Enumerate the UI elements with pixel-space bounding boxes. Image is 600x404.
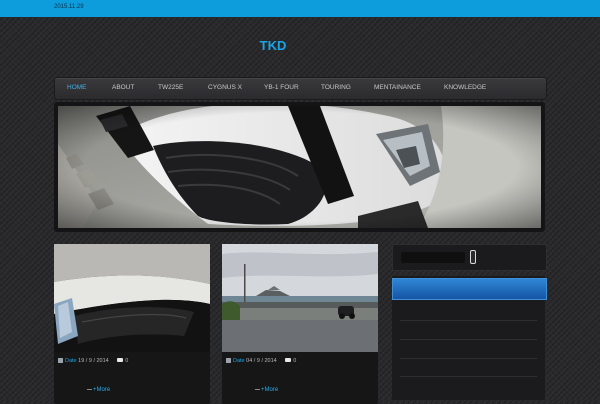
comment-icon: [285, 358, 292, 362]
search-button[interactable]: [470, 250, 476, 264]
nav-item-touring[interactable]: TOURING: [321, 84, 351, 91]
divider: [400, 358, 537, 359]
nav-item-knowledge[interactable]: KNOWLEDGE: [444, 84, 486, 91]
sidebar-search-widget: [392, 244, 547, 271]
nav-item-about[interactable]: ABOUT: [112, 84, 134, 91]
post-date-label: Date: [65, 358, 77, 364]
sidebar-widget: [392, 276, 547, 400]
nav-item-cygnus-x[interactable]: CYGNUS X: [208, 84, 242, 91]
post-meta: Date 04 / 9 / 2014 0: [226, 358, 296, 364]
post-date: 19 / 9 / 2014: [78, 358, 109, 364]
header-date: 2015.11.29: [54, 4, 84, 10]
post-date-label: Date: [233, 358, 245, 364]
calendar-icon: [226, 358, 231, 363]
post-date: 04 / 9 / 2014: [246, 358, 277, 364]
calendar-icon: [58, 358, 63, 363]
site-title[interactable]: TKD: [0, 38, 546, 53]
post-thumbnail-image: [222, 244, 378, 352]
post-thumbnail-image: [54, 244, 210, 352]
divider: [400, 339, 537, 340]
divider: [400, 376, 537, 377]
read-more-link[interactable]: +More: [255, 387, 278, 393]
top-bar: 2015.11.29: [0, 0, 600, 17]
hero-banner[interactable]: [54, 102, 545, 232]
widget-header: [392, 278, 547, 300]
post-card[interactable]: Date 19 / 9 / 2014 0 +More: [54, 244, 210, 404]
post-comment-count: 0: [293, 358, 297, 364]
post-comment-count: 0: [125, 358, 129, 364]
nav-item-yb1-four[interactable]: YB-1 FOUR: [264, 84, 299, 91]
search-input[interactable]: [401, 252, 465, 263]
nav-item-tw225e[interactable]: TW225E: [158, 84, 183, 91]
hero-scooter-image: [58, 106, 541, 228]
nav-item-mentainance[interactable]: MENTAINANCE: [374, 84, 421, 91]
nav-item-home[interactable]: HOME: [67, 84, 87, 91]
comment-icon: [117, 358, 124, 362]
read-more-link[interactable]: +More: [87, 387, 110, 393]
post-card[interactable]: Date 04 / 9 / 2014 0 +More: [222, 244, 378, 404]
post-meta: Date 19 / 9 / 2014 0: [58, 358, 128, 364]
main-nav: HOME ABOUT TW225E CYGNUS X YB-1 FOUR TOU…: [54, 77, 547, 100]
divider: [400, 320, 537, 321]
